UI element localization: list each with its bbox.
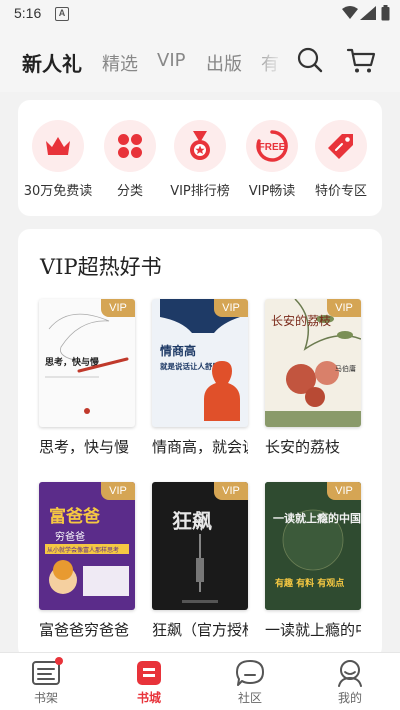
status-bar: 5:16 A [0,0,400,30]
vip-badge: VIP [327,482,361,500]
vip-badge: VIP [214,482,248,500]
svg-text:长安的荔枝: 长安的荔枝 [271,313,331,328]
grid-icon [104,120,156,172]
chat-bubble-icon [235,659,265,687]
book-title: 思考，快与慢 [39,438,130,456]
quick-entry-vip-ranking[interactable]: VIP排行榜 [164,120,236,199]
bottom-nav-profile[interactable]: 我的 [320,659,380,706]
book-cover: 思考，快与慢 VIP [39,299,135,427]
quick-entry-category[interactable]: 分类 [94,120,166,199]
svg-text:有趣 有料 有观点: 有趣 有料 有观点 [275,577,344,589]
vip-badge: VIP [214,299,248,317]
book-title: 长安的荔枝 [265,438,341,456]
svg-text:思考，快与慢: 思考，快与慢 [45,356,100,368]
search-icon[interactable] [296,46,324,74]
cart-icon[interactable] [346,46,376,74]
vip-badge: VIP [101,299,135,317]
bottom-nav-community[interactable]: 社区 [220,659,280,706]
bottom-nav-bookshelf[interactable]: 书架 [16,657,76,706]
svg-text:就是说话让人舒服: 就是说话让人舒服 [160,361,220,371]
book-item[interactable]: 一读就上瘾的中国史 有趣 有料 有观点 VIP 一读就上瘾的中国史 [265,482,361,640]
svg-text:情商高: 情商高 [160,343,196,358]
vip-badge: VIP [101,482,135,500]
book-item[interactable]: 长安的荔枝 马伯庸 VIP 长安的荔枝 [265,299,361,457]
book-cover: 一读就上瘾的中国史 有趣 有料 有观点 VIP [265,482,361,610]
svg-text:马伯庸: 马伯庸 [335,364,356,373]
bottom-nav-bookstore[interactable]: 书城 [119,659,179,706]
svg-text:从小就学会像富人那样思考: 从小就学会像富人那样思考 [47,546,119,554]
book-item[interactable]: 思考，快与慢 VIP 思考，快与慢 [39,299,135,457]
svg-text:穷爸爸: 穷爸爸 [55,530,85,543]
profile-icon [335,659,365,687]
signal-icon [360,6,376,20]
tab-vip[interactable]: VIP [157,50,185,71]
book-cover: 狂飙 VIP [152,482,248,610]
status-time: 5:16 [14,5,42,21]
tab-publishing[interactable]: 出版 [206,50,242,76]
quick-entry-special-price[interactable]: 特价专区 [305,120,377,199]
medal-icon [174,120,226,172]
tab-featured[interactable]: 精选 [102,50,138,76]
svg-text:狂飙: 狂飙 [172,509,212,533]
vip-hot-books-section: VIP超热好书 思考，快与慢 VIP 思考，快与慢 情商高 就是说话让人舒服 V… [18,229,382,659]
book-title: 狂飙（官方授权版） [152,621,248,639]
book-item[interactable]: 情商高 就是说话让人舒服 VIP 情商高，就会说话 [152,299,248,457]
notification-icon: A [55,7,69,21]
bottom-nav: 书架 书城 社区 我的 [0,652,400,710]
book-title: 富爸爸穷爸爸 [39,621,130,639]
quick-entry-vip-free-read[interactable]: FREE VIP畅读 [236,120,308,199]
wifi-icon [342,6,358,19]
top-nav: 新人礼 精选 VIP 出版 有 [0,30,400,92]
book-cover: 长安的荔枝 马伯庸 VIP [265,299,361,427]
book-title: 情商高，就会说话 [152,438,248,456]
bookstore-icon [134,659,164,687]
section-title: VIP超热好书 [40,255,162,279]
free-badge-icon: FREE [246,120,298,172]
vip-badge: VIP [327,299,361,317]
battery-icon [381,5,390,21]
svg-text:一读就上瘾的中国史: 一读就上瘾的中国史 [273,511,361,525]
notification-dot [55,657,63,665]
book-title: 一读就上瘾的中国史 [265,621,361,639]
book-cover: 富爸爸 穷爸爸 从小就学会像富人那样思考 VIP [39,482,135,610]
price-tag-icon [315,120,367,172]
quick-entries-card: 30万免费读 分类 VIP排行榜 FREE VIP畅读 特价专区 [18,100,382,216]
quick-entry-free-read[interactable]: 30万免费读 [22,120,94,199]
crown-icon [32,120,84,172]
tab-new-user-gift[interactable]: 新人礼 [22,48,82,77]
svg-text:富爸爸: 富爸爸 [49,506,100,527]
book-item[interactable]: 狂飙 VIP 狂飙（官方授权版） [152,482,248,640]
book-cover: 情商高 就是说话让人舒服 VIP [152,299,248,427]
book-item[interactable]: 富爸爸 穷爸爸 从小就学会像富人那样思考 VIP 富爸爸穷爸爸 [39,482,135,640]
svg-text:FREE: FREE [259,142,286,153]
bookshelf-icon [31,657,63,687]
